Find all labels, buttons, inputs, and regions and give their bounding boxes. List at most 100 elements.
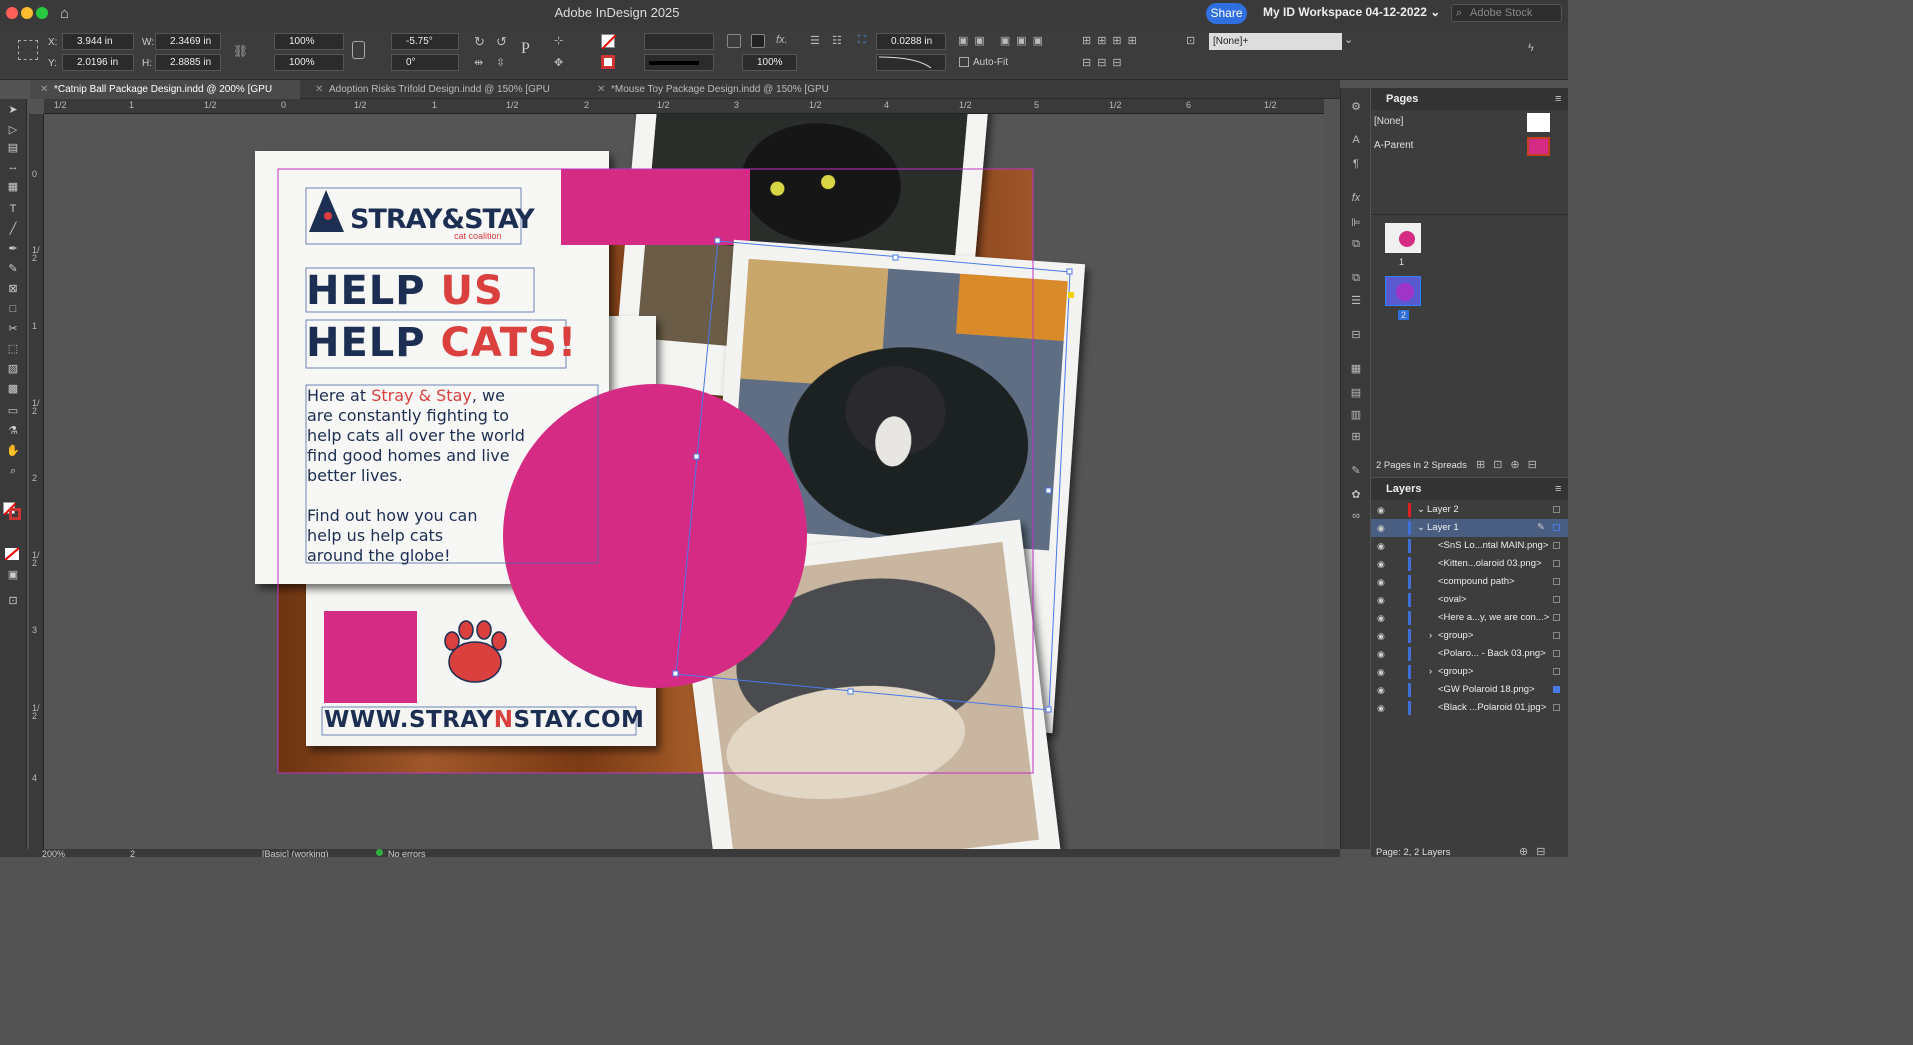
layer-item-row[interactable]: ◉ <Black ...Polaroid 01.jpg> — [1371, 699, 1568, 717]
zoom-level[interactable]: 200% — [42, 849, 65, 857]
eye-icon[interactable]: ◉ — [1377, 681, 1385, 699]
stroke-swatch-icon[interactable] — [601, 55, 615, 69]
body-copy[interactable]: Here at Stray & Stay, we are constantly … — [307, 386, 525, 566]
eye-icon[interactable]: ◉ — [1377, 537, 1385, 555]
stock-search-input[interactable]: ⌕ Adobe Stock — [1451, 4, 1562, 22]
gradient-tool-icon[interactable]: ▨ — [6, 363, 20, 375]
rotate-cw-icon[interactable]: ↻ — [474, 34, 485, 50]
select-square[interactable] — [1553, 578, 1560, 585]
content-collector-icon[interactable]: ▦ — [6, 181, 20, 193]
eye-icon[interactable]: ◉ — [1377, 609, 1385, 627]
tab-mouse-toy[interactable]: ✕ *Mouse Toy Package Design.indd @ 150% [… — [587, 80, 867, 114]
share-button[interactable]: Share — [1206, 3, 1247, 24]
corner-options-handle[interactable] — [1068, 292, 1074, 298]
stroke-value-field[interactable]: 0.0288 in — [876, 33, 946, 50]
type-tool-icon[interactable]: T — [6, 203, 20, 215]
document-canvas[interactable]: STRAY&STAY cat coalition HELP US HELP CA… — [44, 114, 1324, 849]
page-2-thumb[interactable] — [1385, 276, 1421, 306]
layer-row[interactable]: ◉ ⌄ Layer 1 ✎ — [1371, 519, 1568, 537]
working-style[interactable]: [Basic] (working) — [262, 849, 329, 857]
link-scale-icon[interactable] — [352, 41, 365, 59]
gradient-feather-tool-icon[interactable]: ▩ — [6, 383, 20, 395]
layer-item-row[interactable]: ◉ <Polaro... - Back 03.png> — [1371, 645, 1568, 663]
line-tool-icon[interactable]: ╱ — [6, 223, 20, 235]
scale-x-field[interactable]: 100% — [274, 33, 344, 50]
select-square[interactable] — [1553, 650, 1560, 657]
opacity-field[interactable]: 100% — [742, 54, 797, 71]
gradient-icon[interactable]: ▥ — [1349, 408, 1363, 421]
chevron-down-icon[interactable]: ⌄ — [1344, 33, 1353, 46]
layer-item-row[interactable]: ◉ <compound path> — [1371, 573, 1568, 591]
frame-fitting-icon[interactable] — [727, 34, 741, 48]
eye-icon[interactable]: ◉ — [1377, 627, 1385, 645]
paragraph-icon[interactable]: ¶ — [1349, 158, 1363, 170]
pages-panel-icon[interactable]: ⧉ — [1349, 272, 1363, 284]
stroke-type-dropdown[interactable] — [644, 54, 714, 71]
panel-menu-icon[interactable]: ≡ — [1555, 93, 1561, 105]
scale-y-field[interactable]: 100% — [274, 54, 344, 71]
select-square[interactable] — [1553, 542, 1560, 549]
stroke-icon[interactable]: ▤ — [1349, 386, 1363, 399]
eye-icon[interactable]: ◉ — [1377, 591, 1385, 609]
corner-options-icon[interactable]: ⛶ — [858, 34, 866, 47]
layer-item-row[interactable]: ◉ <GW Polaroid 18.png> — [1371, 681, 1568, 699]
select-square[interactable] — [1553, 632, 1560, 639]
page-1-thumb[interactable] — [1385, 223, 1421, 253]
pen-tool-icon[interactable]: ✒ — [6, 243, 20, 255]
direct-selection-tool-icon[interactable]: ▷ — [6, 124, 20, 136]
layers-footer-icons[interactable]: ⊕⊟ — [1519, 845, 1553, 858]
screen-mode-icon[interactable]: ▣ — [6, 569, 20, 581]
pages-footer-icons[interactable]: ⊞⊡⊕⊟ — [1476, 458, 1545, 471]
close-icon[interactable]: ✕ — [40, 80, 48, 99]
rectangle-frame-tool-icon[interactable]: ⊠ — [6, 283, 20, 295]
selection-tool-icon[interactable]: ➤ — [6, 104, 20, 116]
layers-panel-icon[interactable]: ☰ — [1349, 294, 1363, 307]
rectangle-tool-icon[interactable]: □ — [6, 303, 20, 315]
graphic-styles-icon[interactable]: ✿ — [1349, 488, 1363, 501]
eye-icon[interactable]: ◉ — [1377, 573, 1385, 591]
gap-tool-icon[interactable]: ↔ — [6, 161, 20, 173]
eye-icon[interactable]: ◉ — [1377, 501, 1385, 519]
parent-none[interactable]: [None] — [1374, 116, 1403, 127]
pink-circle[interactable] — [503, 384, 807, 688]
fill-swatch-icon[interactable] — [601, 34, 617, 50]
parent-a[interactable]: A-Parent — [1374, 140, 1413, 151]
expand-chevron-icon[interactable]: ⌄ — [1417, 519, 1425, 537]
layer-item-row[interactable]: ◉ <Here a...y, we are con...> — [1371, 609, 1568, 627]
eyedropper-tool-icon[interactable]: ⚗ — [6, 425, 20, 437]
object-style-icon[interactable]: ⊡ — [1186, 34, 1195, 47]
page-number[interactable]: 2 — [130, 849, 135, 857]
corner-shape-dropdown[interactable] — [876, 54, 946, 71]
select-square[interactable] — [1553, 596, 1560, 603]
workspace-switcher[interactable]: My ID Workspace 04-12-2022 ⌄ — [1263, 5, 1440, 19]
drop-shadow-icon[interactable] — [751, 34, 765, 48]
expand-chevron-icon[interactable]: › — [1429, 627, 1432, 645]
parent-a-thumb[interactable] — [1527, 137, 1550, 156]
align-icons[interactable]: ▣▣ ▣▣▣ — [958, 34, 1049, 47]
note-tool-icon[interactable]: ▭ — [6, 405, 20, 417]
flip-horizontal-icon[interactable]: ⇹ — [474, 56, 483, 69]
rotation-field[interactable]: -5.75° — [391, 33, 459, 50]
scissors-tool-icon[interactable]: ✂ — [6, 323, 20, 335]
character-icon[interactable]: A — [1349, 134, 1363, 146]
select-square[interactable] — [1553, 560, 1560, 567]
select-container-icon[interactable]: ⊹ — [554, 34, 563, 47]
zoom-tool-icon[interactable]: ⌕ — [6, 465, 20, 477]
select-square[interactable] — [1553, 614, 1560, 621]
cc-libraries-icon[interactable]: ⊞ — [1349, 430, 1363, 443]
page-tool-icon[interactable]: ▤ — [6, 142, 20, 154]
effects-icon[interactable]: fx — [1349, 192, 1363, 204]
shear-field[interactable]: 0° — [391, 54, 459, 71]
text-wrap-icon[interactable]: ☰ — [810, 34, 820, 47]
object-style-dropdown[interactable]: [None]+ — [1209, 33, 1342, 50]
links-icon[interactable]: ⊟ — [1349, 328, 1363, 341]
none-swatch-icon[interactable] — [4, 547, 20, 561]
width-field[interactable]: 2.3469 in — [155, 33, 221, 50]
fx-icon[interactable]: fx. — [776, 34, 788, 46]
preview-mode-icon[interactable]: ⊡ — [6, 595, 20, 607]
layer-item-row[interactable]: ◉ <oval> — [1371, 591, 1568, 609]
reference-point-icon[interactable] — [18, 40, 38, 60]
panel-menu-icon[interactable]: ≡ — [1555, 483, 1561, 495]
expand-chevron-icon[interactable]: › — [1429, 663, 1432, 681]
stroke-color-icon[interactable] — [9, 508, 21, 520]
